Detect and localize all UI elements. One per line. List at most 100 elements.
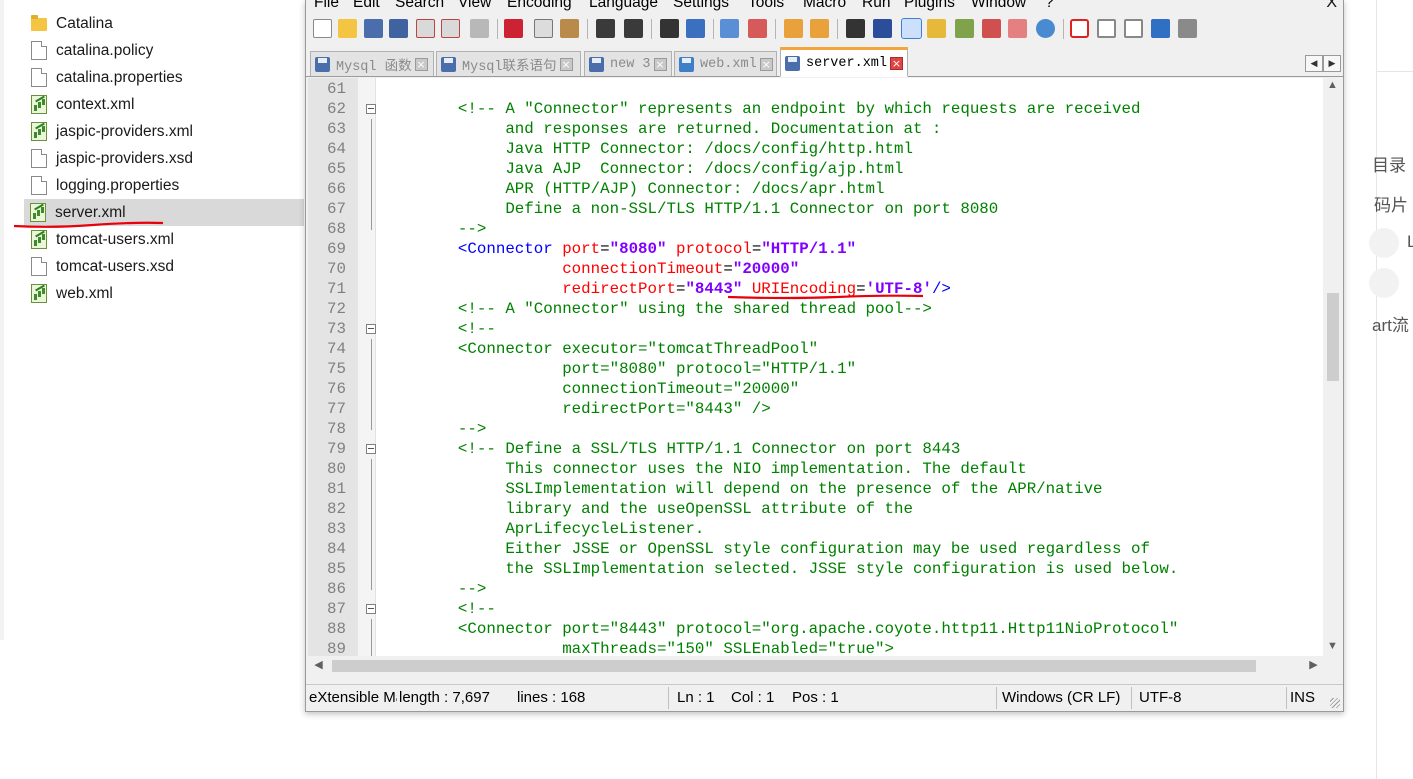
- code-line[interactable]: 62 <!-- A "Connector" represents an endp…: [308, 99, 1323, 119]
- horizontal-scrollbar[interactable]: ◀ ▶: [308, 656, 1324, 676]
- close-document-icon[interactable]: X: [1326, 0, 1337, 12]
- show-all-characters-icon[interactable]: [873, 19, 892, 38]
- save-macro-icon[interactable]: [1178, 19, 1197, 38]
- menu-window[interactable]: Window: [971, 0, 1026, 12]
- code-line[interactable]: 87 <!--: [308, 599, 1323, 619]
- stop-macro-icon[interactable]: [1097, 19, 1116, 38]
- tab-close-icon[interactable]: ×: [653, 57, 667, 71]
- menu-language[interactable]: Language: [589, 0, 658, 12]
- save-all-icon[interactable]: [389, 19, 408, 38]
- tab-scroll-left-icon[interactable]: ◀: [1305, 55, 1323, 72]
- vertical-scroll-thumb[interactable]: [1327, 293, 1339, 381]
- copy-icon[interactable]: [534, 19, 553, 38]
- file-item[interactable]: context.xml: [25, 91, 305, 118]
- code-line[interactable]: 77 redirectPort="8443" />: [308, 399, 1323, 419]
- print-icon[interactable]: [470, 19, 489, 38]
- menu-edit[interactable]: Edit: [353, 0, 380, 12]
- tab-server-xml[interactable]: server.xml ×: [780, 47, 908, 77]
- tab-close-icon[interactable]: ×: [559, 57, 573, 71]
- word-wrap-icon[interactable]: [846, 19, 865, 38]
- code-line[interactable]: 76 connectionTimeout="20000": [308, 379, 1323, 399]
- document-map-icon[interactable]: [955, 19, 974, 38]
- code-line[interactable]: 73 <!--: [308, 319, 1323, 339]
- horizontal-scroll-thumb[interactable]: [332, 660, 1256, 672]
- code-line[interactable]: 75 port="8080" protocol="HTTP/1.1": [308, 359, 1323, 379]
- code-line[interactable]: 66 APR (HTTP/AJP) Connector: /docs/apr.h…: [308, 179, 1323, 199]
- tab-scroll-right-icon[interactable]: ▶: [1323, 55, 1341, 72]
- play-macro-icon[interactable]: [1124, 19, 1143, 38]
- menu-view[interactable]: View: [458, 0, 491, 12]
- save-icon[interactable]: [364, 19, 383, 38]
- fold-toggle-icon[interactable]: [366, 104, 376, 114]
- code-line[interactable]: 67 Define a non-SSL/TLS HTTP/1.1 Connect…: [308, 199, 1323, 219]
- paste-icon[interactable]: [560, 19, 579, 38]
- code-line[interactable]: 85 the SSLImplementation selected. JSSE …: [308, 559, 1323, 579]
- menu-run[interactable]: Run: [862, 0, 890, 12]
- folder-as-workspace-icon[interactable]: [1008, 19, 1027, 38]
- sync-vertical-icon[interactable]: [784, 19, 803, 38]
- tab-mysql-functions[interactable]: Mysql 函数 ×: [310, 51, 434, 76]
- code-line[interactable]: 80 This connector uses the NIO implement…: [308, 459, 1323, 479]
- fold-toggle-icon[interactable]: [366, 604, 376, 614]
- menu-help[interactable]: ?: [1045, 0, 1054, 12]
- code-line[interactable]: 84 Either JSSE or OpenSSL style configur…: [308, 539, 1323, 559]
- tab-close-icon[interactable]: ×: [759, 57, 773, 71]
- menu-settings[interactable]: Settings: [673, 0, 729, 12]
- indent-guide-icon[interactable]: [901, 18, 922, 39]
- code-line[interactable]: 89 maxThreads="150" SSLEnabled="true">: [308, 639, 1323, 656]
- menu-encoding[interactable]: Encoding: [507, 0, 572, 12]
- code-line[interactable]: 64 Java HTTP Connector: /docs/config/htt…: [308, 139, 1323, 159]
- undo-icon[interactable]: [596, 19, 615, 38]
- cut-icon[interactable]: [504, 19, 523, 38]
- code-editor[interactable]: 61 62 <!-- A "Connector" represents an en…: [308, 78, 1342, 656]
- tab-new-3[interactable]: new 3 ×: [584, 51, 672, 76]
- record-macro-icon[interactable]: [1070, 19, 1089, 38]
- file-item[interactable]: catalina.policy: [25, 37, 305, 64]
- scroll-left-icon[interactable]: ◀: [311, 658, 326, 673]
- code-line[interactable]: 82 library and the useOpenSSL attribute …: [308, 499, 1323, 519]
- close-file-icon[interactable]: [416, 19, 435, 38]
- file-item[interactable]: jaspic-providers.xml: [25, 118, 305, 145]
- monitoring-icon[interactable]: [1036, 19, 1055, 38]
- scroll-down-icon[interactable]: ▼: [1325, 640, 1340, 655]
- code-line[interactable]: 63 and responses are returned. Documenta…: [308, 119, 1323, 139]
- code-line[interactable]: 79 <!-- Define a SSL/TLS HTTP/1.1 Connec…: [308, 439, 1323, 459]
- menu-macro[interactable]: Macro: [803, 0, 846, 12]
- code-line[interactable]: 86 -->: [308, 579, 1323, 599]
- open-file-icon[interactable]: [338, 19, 357, 38]
- replace-icon[interactable]: [686, 19, 705, 38]
- file-item[interactable]: catalina.properties: [25, 64, 305, 91]
- code-line[interactable]: 69 <Connector port="8080" protocol="HTTP…: [308, 239, 1323, 259]
- menu-search[interactable]: Search: [395, 0, 444, 12]
- code-line[interactable]: 78 -->: [308, 419, 1323, 439]
- menu-plugins[interactable]: Plugins: [904, 0, 955, 12]
- scroll-up-icon[interactable]: ▲: [1325, 79, 1340, 94]
- tab-mysql-practice[interactable]: Mysql联系语句 ×: [436, 51, 581, 76]
- run-macro-multiple-icon[interactable]: [1151, 19, 1170, 38]
- resize-grip-icon[interactable]: [1330, 698, 1340, 708]
- redo-icon[interactable]: [624, 19, 643, 38]
- file-item[interactable]: web.xml: [25, 280, 305, 307]
- file-item[interactable]: tomcat-users.xsd: [25, 253, 305, 280]
- code-line[interactable]: 61: [308, 79, 1323, 99]
- new-file-icon[interactable]: [313, 19, 332, 38]
- fold-toggle-icon[interactable]: [366, 444, 376, 454]
- sync-horizontal-icon[interactable]: [810, 19, 829, 38]
- close-all-icon[interactable]: [441, 19, 460, 38]
- code-line[interactable]: 68 -->: [308, 219, 1323, 239]
- menu-tools[interactable]: Tools: [748, 0, 784, 12]
- zoom-in-icon[interactable]: [720, 19, 739, 38]
- code-line[interactable]: 81 SSLImplementation will depend on the …: [308, 479, 1323, 499]
- menu-file[interactable]: File: [314, 0, 339, 12]
- code-line[interactable]: 72 <!-- A "Connector" using the shared t…: [308, 299, 1323, 319]
- tab-close-icon[interactable]: ×: [414, 57, 428, 71]
- zoom-out-icon[interactable]: [748, 19, 767, 38]
- code-line[interactable]: 70 connectionTimeout="20000": [308, 259, 1323, 279]
- code-line[interactable]: 74 <Connector executor="tomcatThreadPool…: [308, 339, 1323, 359]
- file-item[interactable]: jaspic-providers.xsd: [25, 145, 305, 172]
- find-icon[interactable]: [660, 19, 679, 38]
- file-item[interactable]: tomcat-users.xml: [25, 226, 305, 253]
- scroll-right-icon[interactable]: ▶: [1306, 658, 1321, 673]
- file-item[interactable]: Catalina: [25, 10, 305, 37]
- tab-web-xml[interactable]: web.xml ×: [674, 51, 777, 76]
